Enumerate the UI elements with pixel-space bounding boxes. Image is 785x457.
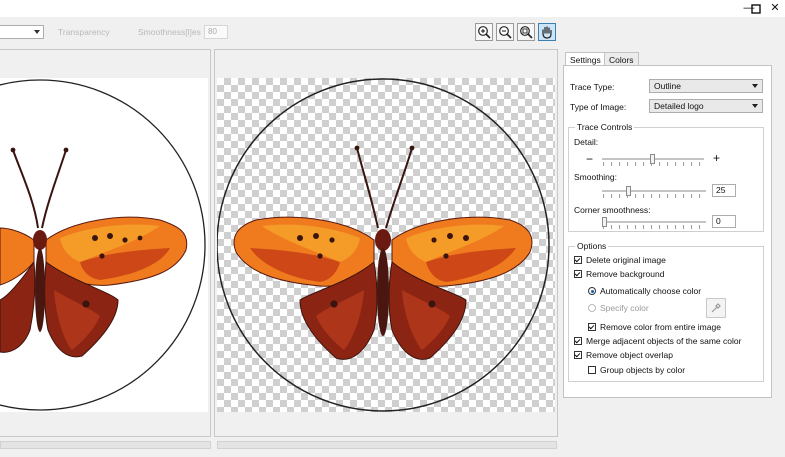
specify-color-label: Specify color xyxy=(600,303,649,313)
close-icon[interactable]: ✕ xyxy=(765,0,785,17)
detail-plus-icon[interactable]: + xyxy=(713,151,720,165)
trace-type-dropdown[interactable]: Outline xyxy=(649,79,763,93)
corner-slider-ticks xyxy=(603,225,706,229)
trace-type-value: Outline xyxy=(654,81,681,91)
options-title: Options xyxy=(575,241,609,251)
corner-smoothness-label: Corner smoothness: xyxy=(574,205,651,215)
smoothing-slider-ticks xyxy=(603,194,706,198)
image-type-value: Detailed logo xyxy=(654,101,704,111)
merge-adjacent-label: Merge adjacent objects of the same color xyxy=(586,336,742,346)
remove-overlap-checkbox[interactable] xyxy=(574,351,582,359)
zoom-in-button[interactable] xyxy=(475,23,493,41)
image-type-label: Type of Image: xyxy=(570,102,627,112)
smoothing-label: Smoothing: xyxy=(574,172,617,182)
delete-original-checkbox[interactable] xyxy=(574,256,582,264)
toolbar: Transparency Smoothness[l]es 80 xyxy=(0,17,785,49)
maximize-icon[interactable] xyxy=(748,0,764,17)
traced-horizontal-scrollbar[interactable] xyxy=(217,441,557,449)
auto-color-radio[interactable] xyxy=(588,287,596,295)
pan-button[interactable] xyxy=(538,23,556,41)
corner-slider-track[interactable] xyxy=(602,221,706,223)
title-bar: — ✕ xyxy=(0,0,785,17)
trace-controls-title: Trace Controls xyxy=(575,122,635,132)
remove-overlap-label: Remove object overlap xyxy=(586,350,673,360)
original-preview[interactable] xyxy=(0,78,208,412)
traced-butterfly-image xyxy=(216,78,550,412)
group-by-color-label: Group objects by color xyxy=(600,365,686,375)
auto-color-label: Automatically choose color xyxy=(600,286,702,296)
faded-value-box[interactable]: 80 xyxy=(204,25,228,39)
preview-mode-dropdown[interactable] xyxy=(0,25,44,39)
tab-colors[interactable]: Colors xyxy=(604,52,639,66)
detail-label: Detail: xyxy=(574,137,599,147)
detail-minus-icon[interactable]: − xyxy=(586,152,593,166)
pan-hand-icon xyxy=(542,26,552,39)
trace-controls-group: Trace Controls Detail: − + Smoothing: 25… xyxy=(568,122,764,232)
detail-slider-thumb[interactable] xyxy=(650,154,655,164)
traced-preview[interactable] xyxy=(216,78,555,412)
transparency-label: Transparency xyxy=(58,27,110,37)
merge-adjacent-checkbox[interactable] xyxy=(574,337,582,345)
zoom-in-icon xyxy=(478,26,491,39)
zoom-out-icon xyxy=(499,26,512,39)
specify-color-radio[interactable] xyxy=(588,304,596,312)
chevron-down-icon xyxy=(752,104,758,108)
chevron-down-icon xyxy=(752,84,758,88)
smoothing-slider-thumb[interactable] xyxy=(626,186,631,196)
corner-value-input[interactable]: 0 xyxy=(712,215,736,228)
original-butterfly-image xyxy=(0,79,206,411)
smoothness-label: Smoothness[l]es xyxy=(138,27,201,37)
tab-settings[interactable]: Settings xyxy=(565,52,606,66)
remove-background-checkbox[interactable] xyxy=(574,270,582,278)
settings-panel: Trace Type: Outline Type of Image: Detai… xyxy=(563,65,772,398)
zoom-out-button[interactable] xyxy=(496,23,514,41)
remove-color-entire-label: Remove color from entire image xyxy=(600,322,721,332)
remove-background-label: Remove background xyxy=(586,269,665,279)
zoom-fit-button[interactable] xyxy=(517,23,535,41)
options-group: Options Delete original image Remove bac… xyxy=(568,241,764,382)
image-type-dropdown[interactable]: Detailed logo xyxy=(649,99,763,113)
remove-color-entire-checkbox[interactable] xyxy=(588,323,596,331)
color-picker-button[interactable] xyxy=(706,298,726,318)
chevron-down-icon xyxy=(34,30,40,34)
smoothing-slider-track[interactable] xyxy=(602,190,706,192)
zoom-fit-icon xyxy=(520,26,533,39)
corner-slider-thumb[interactable] xyxy=(602,217,607,227)
smoothing-value-input[interactable]: 25 xyxy=(712,184,736,197)
trace-type-label: Trace Type: xyxy=(570,82,615,92)
original-horizontal-scrollbar[interactable] xyxy=(0,441,211,449)
delete-original-label: Delete original image xyxy=(586,255,666,265)
eyedropper-icon xyxy=(711,303,721,313)
group-by-color-checkbox[interactable] xyxy=(588,366,596,374)
